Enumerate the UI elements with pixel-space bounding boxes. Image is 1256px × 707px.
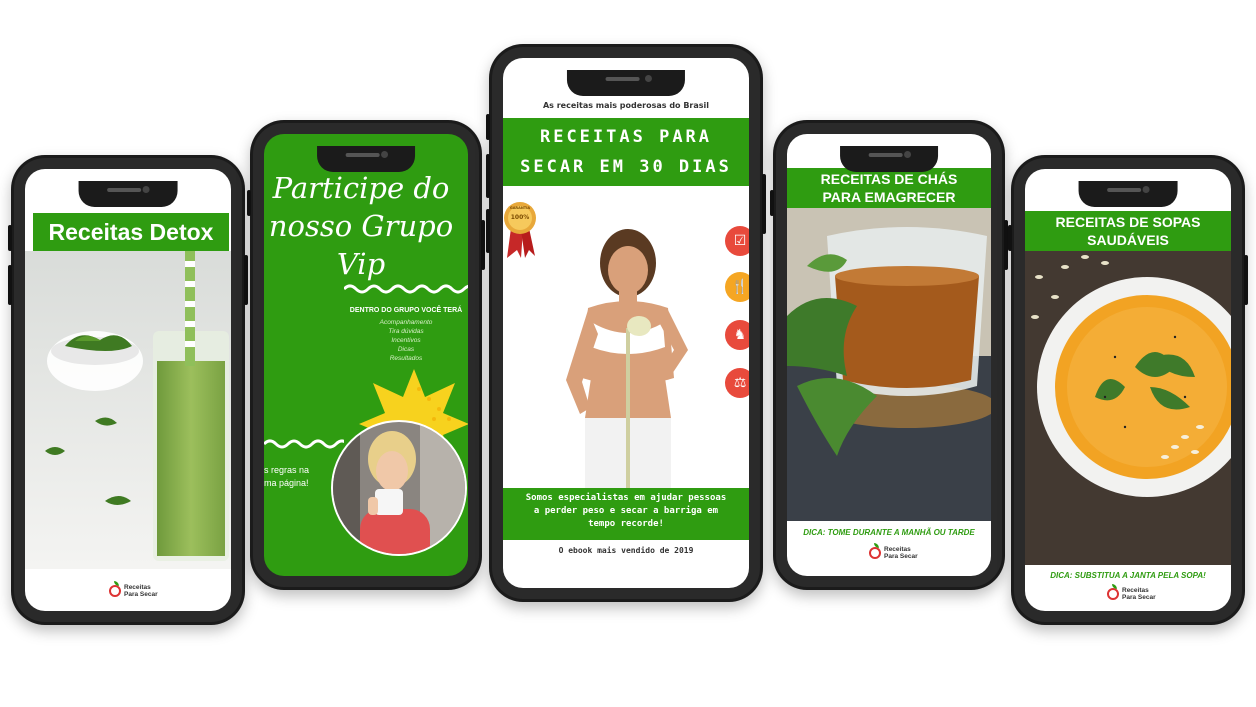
apple-icon — [1107, 584, 1119, 600]
sopas-title-line1: RECEITAS DE SOPAS — [1055, 214, 1201, 230]
phone-grupo-vip: Participe do nosso Grupo Vip DENTRO DO G… — [247, 120, 485, 590]
main-title-banner: RECEITAS PARA SECAR EM 30 DIAS — [503, 118, 749, 186]
phone-notch — [317, 146, 415, 172]
phone-notch — [78, 181, 178, 207]
main-title-line2: SECAR EM 30 DIAS — [520, 157, 732, 177]
sopas-title-line2: SAUDÁVEIS — [1087, 232, 1169, 248]
main-bottom-banner: Somos especialistas em ajudar pessoas a … — [503, 488, 749, 540]
phone-notch — [566, 70, 686, 96]
detox-screen: Receitas Detox Receitas Para Secar — [25, 169, 231, 611]
main-tagline: As receitas mais poderosas do Brasil — [542, 101, 710, 110]
seal-text: 100% — [510, 214, 530, 221]
fork-knife-icon: 🍴 — [725, 272, 749, 302]
grupo-subtitle: DENTRO DO GRUPO VOCÊ TERÁ — [349, 307, 463, 314]
list-item: Resultados — [389, 355, 423, 362]
grupo-items-list: Acompanhamento Tira dúvidas Incentivos D… — [344, 318, 468, 363]
list-item: Dicas — [397, 346, 415, 353]
sopas-title-banner: RECEITAS DE SOPAS SAUDÁVEIS — [1025, 211, 1231, 251]
list-item: Tira dúvidas — [388, 328, 424, 335]
chas-title-line2: PARA EMAGRECER — [822, 189, 956, 205]
detox-title-banner: Receitas Detox — [33, 213, 229, 251]
phone-main-ebook: As receitas mais poderosas do Brasil REC… — [486, 44, 766, 602]
apple-icon — [869, 543, 881, 559]
detox-smoothie-image — [25, 251, 231, 569]
detox-logo: Receitas Para Secar — [109, 581, 158, 598]
tea-cup-image — [787, 206, 991, 521]
woman-coffee-photo — [331, 420, 467, 556]
exercise-icon: ♞ — [725, 320, 749, 350]
phone-notch — [1078, 181, 1178, 207]
phone-notch — [840, 146, 938, 172]
soup-bowl-image — [1025, 247, 1231, 565]
chas-screen: RECEITAS DE CHÁS PARA EMAGRECER DICA: TO… — [787, 134, 991, 576]
phone-sopas: RECEITAS DE SOPAS SAUDÁVEIS DICA: SUBSTI… — [1008, 155, 1248, 625]
list-item: Acompanhamento — [379, 319, 433, 326]
main-title-line1: RECEITAS PARA — [539, 127, 713, 147]
guarantee-seal: 100% GARANTIA — [503, 200, 537, 260]
main-screen: As receitas mais poderosas do Brasil REC… — [503, 58, 749, 588]
chas-title-line1: RECEITAS DE CHÁS — [820, 171, 958, 187]
sopas-dica: DICA: SUBSTITUA A JANTA PELA SOPA! — [1050, 571, 1206, 580]
chas-dica: DICA: TOME DURANTE A MANHÃ OU TARDE — [803, 528, 975, 537]
chas-logo: Receitas Para Secar — [869, 543, 918, 560]
grupo-rules-text: s regras na ma página! — [264, 465, 310, 488]
main-footer: O ebook mais vendido de 2019 — [558, 546, 694, 555]
phone-detox: Receitas Detox Receitas Para Secar — [8, 155, 248, 625]
phone-chas: RECEITAS DE CHÁS PARA EMAGRECER DICA: TO… — [770, 120, 1008, 590]
grupo-title: Participe do nosso Grupo Vip — [268, 171, 454, 281]
sopas-logo: Receitas Para Secar — [1107, 584, 1156, 601]
chas-title-banner: RECEITAS DE CHÁS PARA EMAGRECER — [787, 168, 991, 208]
woman-measuring-tape-image — [566, 229, 688, 490]
scale-icon: ⚖ — [725, 368, 749, 398]
sopas-screen: RECEITAS DE SOPAS SAUDÁVEIS DICA: SUBSTI… — [1025, 169, 1231, 611]
apple-icon — [109, 581, 121, 597]
wave-divider — [344, 284, 468, 294]
detox-title: Receitas Detox — [48, 219, 214, 245]
checklist-icon: ☑ — [725, 226, 749, 256]
list-item: Incentivos — [391, 337, 421, 344]
seal-ribbon-text: GARANTIA — [509, 206, 531, 210]
grupo-screen: Participe do nosso Grupo Vip DENTRO DO G… — [264, 134, 468, 576]
